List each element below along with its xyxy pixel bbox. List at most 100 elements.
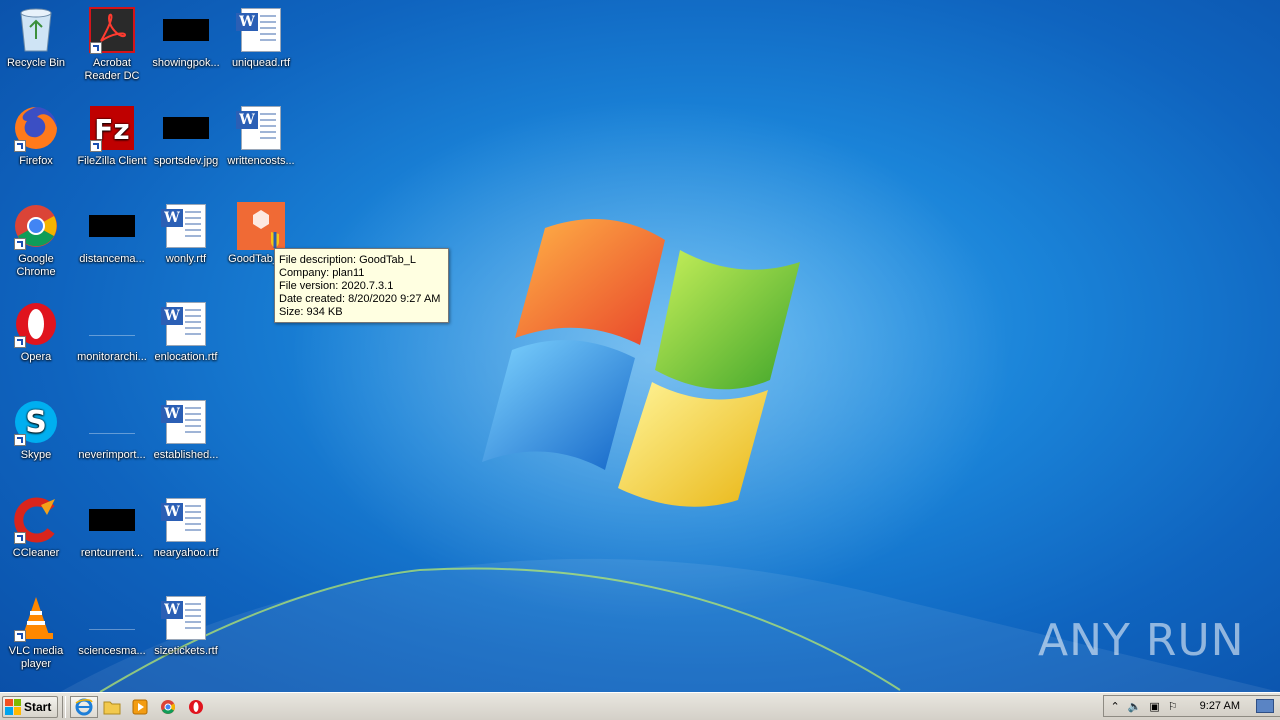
goodtab-app-icon [237, 202, 285, 250]
icon-label: nearyahoo.rtf [153, 547, 219, 559]
blank-file-icon [88, 300, 136, 348]
icon-label: CCleaner [12, 547, 60, 559]
chrome-icon [161, 699, 176, 714]
desktop-icon-recycle-bin[interactable]: Recycle Bin [0, 6, 74, 70]
icon-label: wonly.rtf [165, 253, 207, 265]
blank-file-icon [88, 594, 136, 642]
show-desktop-button[interactable] [1256, 699, 1274, 713]
tooltip-version: File version: 2020.7.3.1 [279, 280, 394, 292]
taskbar: Start ⌃ 🔈 ▣ ⚐ 9:27 AM [0, 692, 1280, 720]
icon-label: Opera [20, 351, 52, 363]
tooltip-company: Company: plan11 [279, 267, 365, 279]
desktop-icon-firefox[interactable]: Firefox [0, 104, 74, 168]
icon-label: Firefox [19, 155, 53, 167]
desktop-icon-wonly-rtf[interactable]: W wonly.rtf [148, 202, 224, 266]
firefox-icon [12, 104, 60, 152]
desktop-icon-established[interactable]: W established... [148, 398, 224, 462]
desktop-icon-vlc-media-player[interactable]: VLC media player [0, 594, 74, 671]
watermark-text: ANY RUN [1038, 614, 1245, 666]
acrobat-icon [88, 6, 136, 54]
opera-icon [12, 300, 60, 348]
desktop-icon-opera[interactable]: Opera [0, 300, 74, 364]
desktop-icon-monitorarchi[interactable]: monitorarchi... [74, 300, 150, 364]
internet-explorer-icon [75, 698, 94, 715]
image-thumbnail-icon [88, 202, 136, 250]
desktop-icon-sportsdev-jpg[interactable]: sportsdev.jpg [148, 104, 224, 168]
icon-label: showingpok... [152, 57, 220, 69]
desktop-icon-uniquead-rtf[interactable]: W uniquead.rtf [223, 6, 299, 70]
taskbar-clock[interactable]: 9:27 AM [1200, 700, 1240, 712]
tooltip-description: File description: GoodTab_L [279, 254, 416, 266]
svg-text:S: S [25, 405, 47, 440]
desktop-icon-nearyahoo-rtf[interactable]: W nearyahoo.rtf [148, 496, 224, 560]
recycle-bin-icon [12, 6, 60, 54]
desktop-icon-google-chrome[interactable]: Google Chrome [0, 202, 74, 279]
icon-label: sportsdev.jpg [153, 155, 219, 167]
icon-label: VLC media player [8, 645, 64, 670]
action-center-flag-icon[interactable]: ⚐ [1168, 700, 1178, 713]
icon-label: rentcurrent... [80, 547, 144, 559]
word-document-icon: W [161, 300, 210, 348]
desktop-icon-sizetickets-rtf[interactable]: W sizetickets.rtf [148, 594, 224, 658]
desktop-icon-rentcurrent[interactable]: rentcurrent... [74, 496, 150, 560]
icon-label: Recycle Bin [6, 57, 66, 69]
icon-label: Acrobat Reader DC [84, 57, 140, 82]
icon-label: enlocation.rtf [154, 351, 218, 363]
shortcut-arrow-icon [90, 140, 102, 152]
icon-label: Google Chrome [16, 253, 56, 278]
desktop-icon-showingpok[interactable]: showingpok... [148, 6, 224, 70]
image-thumbnail-icon [162, 6, 210, 54]
word-document-icon: W [236, 6, 285, 54]
word-document-icon: W [161, 496, 210, 544]
image-thumbnail-icon [162, 104, 210, 152]
icon-label: writtencosts... [227, 155, 295, 167]
vlc-cone-icon [12, 594, 60, 642]
opera-taskbar-button[interactable] [182, 696, 210, 718]
start-button[interactable]: Start [2, 695, 59, 718]
internet-explorer-button[interactable] [70, 695, 99, 718]
desktop-icon-filezilla-client[interactable]: Fz FileZilla Client [74, 104, 150, 168]
desktop-icon-distancema[interactable]: distancema... [74, 202, 150, 266]
ccleaner-icon [12, 496, 60, 544]
icon-label: Skype [20, 449, 52, 461]
taskbar-separator [62, 695, 67, 718]
network-icon[interactable]: ▣ [1149, 700, 1159, 713]
desktop-icon-acrobat-reader-dc[interactable]: Acrobat Reader DC [74, 6, 150, 83]
windows-logo-icon [5, 698, 21, 715]
tooltip-date-created: Date created: 8/20/2020 9:27 AM [279, 293, 441, 305]
word-document-icon: W [161, 398, 210, 446]
system-tray: ⌃ 🔈 ▣ ⚐ 9:27 AM [1103, 695, 1280, 717]
filezilla-icon: Fz [88, 104, 136, 152]
image-thumbnail-icon [88, 496, 136, 544]
desktop-icon-neverimport[interactable]: neverimport... [74, 398, 150, 462]
icon-label: neverimport... [78, 449, 146, 461]
anyrun-watermark: ANY RUN [1038, 610, 1245, 670]
desktop-icon-ccleaner[interactable]: CCleaner [0, 496, 74, 560]
file-info-tooltip: File description: GoodTab_L Company: pla… [274, 248, 449, 323]
shortcut-arrow-icon [14, 238, 26, 250]
media-player-button[interactable] [126, 696, 154, 718]
tooltip-size: Size: 934 KB [279, 306, 343, 318]
opera-icon [189, 699, 204, 714]
chrome-taskbar-button[interactable] [154, 696, 182, 718]
word-document-icon: W [236, 104, 285, 152]
shortcut-arrow-icon [14, 630, 26, 642]
file-explorer-button[interactable] [98, 696, 126, 718]
shortcut-arrow-icon [14, 434, 26, 446]
shortcut-arrow-icon [14, 140, 26, 152]
show-hidden-icons-chevron-icon[interactable]: ⌃ [1110, 700, 1119, 713]
icon-label: sizetickets.rtf [154, 645, 218, 657]
media-player-icon [132, 699, 148, 714]
shortcut-arrow-icon [14, 336, 26, 348]
icon-label: FileZilla Client [77, 155, 147, 167]
desktop-icon-enlocation-rtf[interactable]: W enlocation.rtf [148, 300, 224, 364]
skype-icon: S [12, 398, 60, 446]
desktop-icon-skype[interactable]: S Skype [0, 398, 74, 462]
word-document-icon: W [161, 594, 210, 642]
desktop-icon-writtencosts[interactable]: W writtencosts... [223, 104, 299, 168]
blank-file-icon [88, 398, 136, 446]
icon-label: distancema... [79, 253, 145, 265]
folder-icon [103, 701, 121, 714]
volume-icon[interactable]: 🔈 [1128, 700, 1142, 713]
desktop-icon-sciencesma[interactable]: sciencesma... [74, 594, 150, 658]
